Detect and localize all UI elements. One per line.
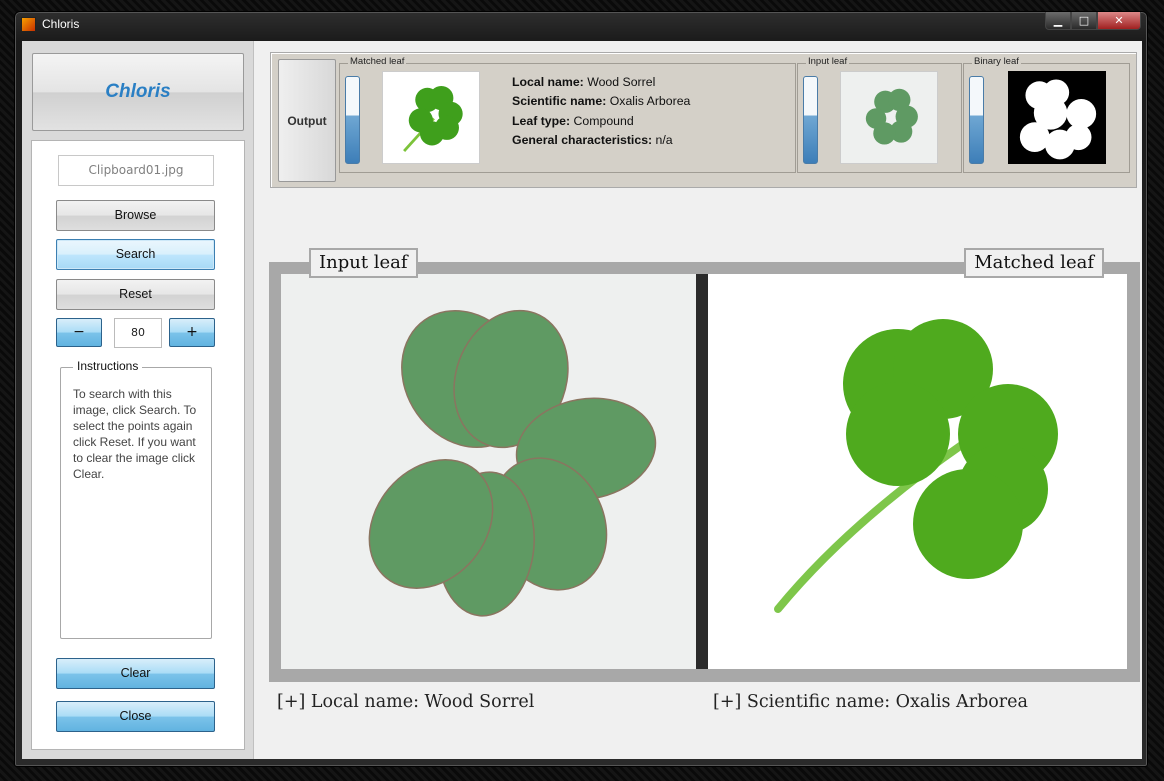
matched-leaf-image [708,274,1127,669]
file-name-field[interactable]: Clipboard01.jpg [58,155,214,186]
clear-button[interactable]: Clear [56,658,215,689]
clover-thumbnail-graphic [403,85,463,152]
browse-button[interactable]: Browse [56,200,215,231]
window-title: Chloris [42,17,80,31]
reset-button[interactable]: Reset [56,279,215,310]
sidebar: Chloris Clipboard01.jpg Browse Search Re… [22,41,254,759]
output-button[interactable]: Output [278,59,336,182]
binary-leaf-title: Binary leaf [972,56,1021,67]
matched-leaf-slider[interactable] [345,76,360,164]
main-panel: Output Matched leaf Local name: Wood Sor… [255,41,1142,759]
input-leaf-image [281,274,696,669]
minimize-button[interactable]: ▁ [1045,12,1071,30]
controls-panel: Clipboard01.jpg Browse Search Reset − 80… [31,140,245,750]
instructions-text: To search with this image, click Search.… [73,387,197,481]
matched-leaf-label: Matched leaf [964,248,1104,278]
input-leaf-label: Input leaf [309,248,418,278]
binary-leaf-thumbnail [1008,71,1106,164]
binary-leaf-graphic [1019,79,1097,160]
app-window: Chloris ▁ □ ✕ Chloris Clipboard01.jpg Br… [14,11,1148,767]
viewer-divider [696,274,708,669]
matched-leaf-title: Matched leaf [348,56,407,67]
input-leaf-title: Input leaf [806,56,850,67]
instructions-group: Instructions To search with this image, … [60,359,212,639]
input-leaf-graphic [865,88,918,145]
info-general: General characteristics: n/a [512,132,673,147]
info-leaf-type: Leaf type: Compound [512,113,634,128]
matched-leaf-group: Matched leaf Local name: Wood Sorrel Sci… [339,56,796,173]
window-controls: ▁ □ ✕ [1045,12,1141,30]
input-leaf-thumbnail [840,71,938,164]
client-area: Chloris Clipboard01.jpg Browse Search Re… [22,41,1142,759]
title-bar[interactable]: Chloris ▁ □ ✕ [15,12,1147,38]
local-name-caption[interactable]: [+] Local name: Wood Sorrel [277,692,534,712]
decrease-button[interactable]: − [56,318,102,347]
info-local-name: Local name: Wood Sorrel [512,75,656,89]
close-button[interactable]: Close [56,701,215,732]
maximize-button[interactable]: □ [1071,12,1097,30]
input-leaf-group: Input leaf [797,56,962,173]
input-leaf-slider[interactable] [803,76,818,164]
input-leaf-large-graphic [368,309,657,617]
matlab-app-icon [21,17,36,32]
matched-leaf-thumbnail [382,71,480,164]
output-panel: Output Matched leaf Local name: Wood Sor… [270,52,1137,188]
search-button[interactable]: Search [56,239,215,270]
logo-panel: Chloris [32,53,244,131]
info-scientific-name: Scientific name: Oxalis Arborea [512,94,691,109]
scientific-name-caption[interactable]: [+] Scientific name: Oxalis Arborea [713,692,1028,712]
image-viewer: Input leaf Matched leaf [269,248,1140,682]
binary-leaf-group: Binary leaf [963,56,1130,173]
instructions-title: Instructions [73,359,143,373]
matched-leaf-large-graphic [774,319,1058,613]
app-logo: Chloris [105,81,171,102]
increase-button[interactable]: + [169,318,215,347]
close-window-button[interactable]: ✕ [1097,12,1141,30]
threshold-field[interactable]: 80 [114,318,162,348]
binary-leaf-slider[interactable] [969,76,984,164]
leaf-info: Local name: Wood Sorrel Scientific name:… [512,73,690,150]
